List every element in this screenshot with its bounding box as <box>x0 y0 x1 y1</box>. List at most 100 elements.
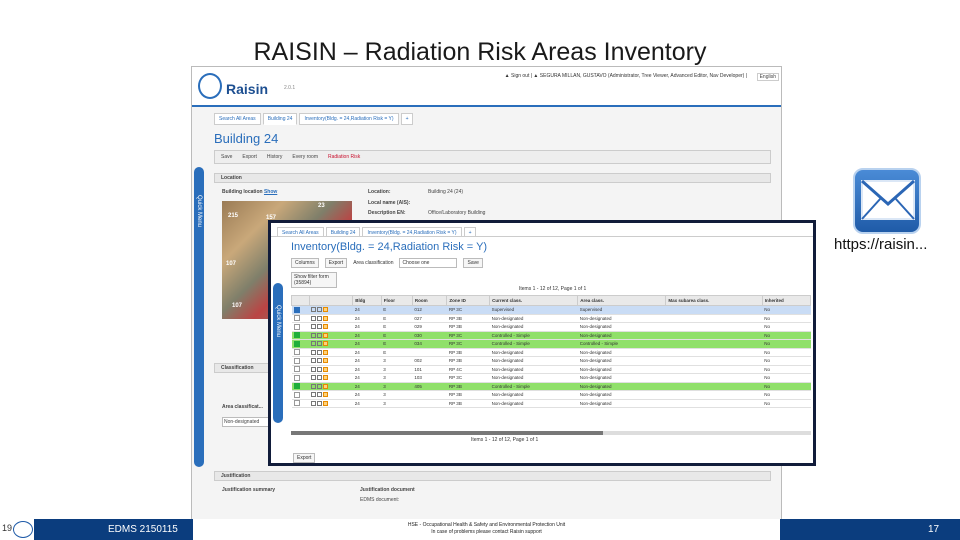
warning-icon[interactable] <box>323 358 328 364</box>
export-button[interactable]: Export <box>242 154 256 160</box>
tab-building-24[interactable]: Building 24 <box>325 227 361 236</box>
edit-icon[interactable] <box>311 366 316 372</box>
edit-icon[interactable] <box>311 392 316 398</box>
tab-inventory[interactable]: Inventory(Bldg. = 24,Radiation Risk = Y) <box>299 113 399 125</box>
column-header[interactable] <box>308 295 354 306</box>
row-checkbox[interactable] <box>293 315 300 322</box>
edit-icon[interactable] <box>311 358 316 364</box>
row-checkbox[interactable] <box>293 357 300 364</box>
pagination-top[interactable]: Items 1 - 12 of 12, Page 1 of 1 <box>519 286 586 292</box>
info-icon[interactable] <box>317 332 322 338</box>
column-header[interactable] <box>291 295 310 306</box>
info-icon[interactable] <box>317 366 322 372</box>
row-checkbox[interactable] <box>293 391 300 398</box>
column-header[interactable]: Room <box>411 295 448 306</box>
column-header[interactable]: Zone ID <box>446 295 491 306</box>
info-icon[interactable] <box>317 324 322 330</box>
column-header[interactable]: Floor <box>380 295 413 306</box>
table-row[interactable]: 24 3 101 RP 4C Non-designated Non-designated N… <box>291 365 811 374</box>
save-button[interactable]: Save <box>463 258 483 268</box>
table-row[interactable]: 24 3 RP 3B Non-designated Non-designated No <box>291 390 811 400</box>
warning-icon[interactable] <box>323 307 328 313</box>
app-logo-text[interactable]: Raisin <box>226 81 268 97</box>
info-icon[interactable] <box>317 307 322 313</box>
edit-icon[interactable] <box>311 400 316 406</box>
tab-search-all-areas[interactable]: Search All Areas <box>214 113 261 125</box>
column-header[interactable]: Area class. <box>577 295 667 306</box>
scrollbar-thumb[interactable] <box>291 431 603 435</box>
save-button[interactable]: Save <box>221 154 232 160</box>
justification-section-header[interactable]: Justification <box>214 471 771 481</box>
warning-icon[interactable] <box>323 383 328 389</box>
tab-inventory[interactable]: Inventory(Bldg. = 24,Radiation Risk = Y) <box>362 227 462 236</box>
pagination-bottom[interactable]: Items 1 - 12 of 12, Page 1 of 1 <box>471 437 538 443</box>
user-info[interactable]: ▲ Sign out | ▲ SEGURA MILLAN, GUSTAVO (A… <box>505 73 747 79</box>
table-row[interactable]: 24 3 002 RP 3B Non-designated Non-designated N… <box>291 356 811 366</box>
edit-icon[interactable] <box>311 307 316 313</box>
warning-icon[interactable] <box>323 366 328 372</box>
row-checkbox[interactable] <box>293 323 300 330</box>
table-row[interactable]: 24 E 027 RP 3B Non-designated Non-designated N… <box>291 314 811 323</box>
warning-icon[interactable] <box>323 341 328 347</box>
table-row[interactable]: 24 E 034 RP 3C Controlled - Simple Controlled… <box>291 339 811 349</box>
edit-icon[interactable] <box>311 383 316 389</box>
raisin-url-link[interactable]: https://raisin... <box>834 236 927 253</box>
warning-icon[interactable] <box>323 332 328 338</box>
warning-icon[interactable] <box>323 349 328 355</box>
radiation-risk-button[interactable]: Radiation Risk <box>328 154 360 160</box>
info-icon[interactable] <box>317 375 322 381</box>
column-header[interactable]: Bldg <box>352 295 382 306</box>
row-checkbox[interactable] <box>293 374 300 381</box>
info-icon[interactable] <box>317 341 322 347</box>
warning-icon[interactable] <box>323 392 328 398</box>
info-icon[interactable] <box>317 315 322 321</box>
row-checkbox[interactable] <box>293 366 300 373</box>
history-button[interactable]: History <box>267 154 283 160</box>
edit-icon[interactable] <box>311 315 316 321</box>
table-row[interactable]: 24 E 030 RP 3C Controlled - Simple Non-design… <box>291 331 811 340</box>
tab-building-24[interactable]: Building 24 <box>262 113 298 125</box>
edit-icon[interactable] <box>311 349 316 355</box>
edit-icon[interactable] <box>311 341 316 347</box>
show-filter-form-button[interactable]: Show filter form (35894) <box>291 272 337 288</box>
location-section-header[interactable]: Location <box>214 173 771 183</box>
info-icon[interactable] <box>317 400 322 406</box>
table-row[interactable]: 24 E RP 3B Non-designated Non-designated No <box>291 348 811 357</box>
row-checkbox[interactable] <box>293 383 300 390</box>
column-header[interactable]: Inherited <box>761 295 812 306</box>
language-select[interactable]: English <box>756 73 779 81</box>
tab-add[interactable]: + <box>463 227 477 236</box>
warning-icon[interactable] <box>323 315 328 321</box>
tab-add[interactable]: + <box>400 113 414 125</box>
table-row[interactable]: 24 3 405 RP 3B Controlled - Simple Non-design… <box>291 382 811 391</box>
info-icon[interactable] <box>317 358 322 364</box>
cern-logo-icon[interactable] <box>198 73 222 99</box>
warning-icon[interactable] <box>323 400 328 406</box>
edit-icon[interactable] <box>311 375 316 381</box>
column-header[interactable]: Current class. <box>489 295 579 306</box>
area-classification-select[interactable]: Choose one <box>399 258 458 268</box>
column-header[interactable]: Max subarea class. <box>665 295 763 306</box>
horizontal-scrollbar[interactable] <box>291 431 811 435</box>
every-room-button[interactable]: Every room <box>292 154 318 160</box>
row-checkbox[interactable] <box>293 332 300 339</box>
tab-search-all-areas[interactable]: Search All Areas <box>277 227 324 236</box>
edit-icon[interactable] <box>311 324 316 330</box>
table-row[interactable]: 24 3 103 RP 3C Non-designated Non-designated N… <box>291 373 811 383</box>
quick-menu[interactable]: Quick Menu <box>273 283 283 423</box>
columns-button[interactable]: Columns <box>291 258 319 268</box>
info-icon[interactable] <box>317 392 322 398</box>
table-row[interactable]: 24 E 029 RP 3B Non-designated Non-designated N… <box>291 322 811 332</box>
info-icon[interactable] <box>317 349 322 355</box>
export-button[interactable]: Export <box>324 258 348 268</box>
quick-menu[interactable]: Quick Menu <box>194 167 204 467</box>
row-checkbox[interactable] <box>293 306 300 313</box>
row-checkbox[interactable] <box>293 349 300 356</box>
edit-icon[interactable] <box>311 332 316 338</box>
table-row[interactable]: 24 E 012 RP 3C Supervised Supervised No <box>291 305 811 315</box>
warning-icon[interactable] <box>323 375 328 381</box>
show-link[interactable]: Show <box>264 189 277 195</box>
row-checkbox[interactable] <box>293 400 300 407</box>
mail-icon[interactable] <box>853 168 921 234</box>
export-bottom-button[interactable]: Export <box>293 453 316 463</box>
